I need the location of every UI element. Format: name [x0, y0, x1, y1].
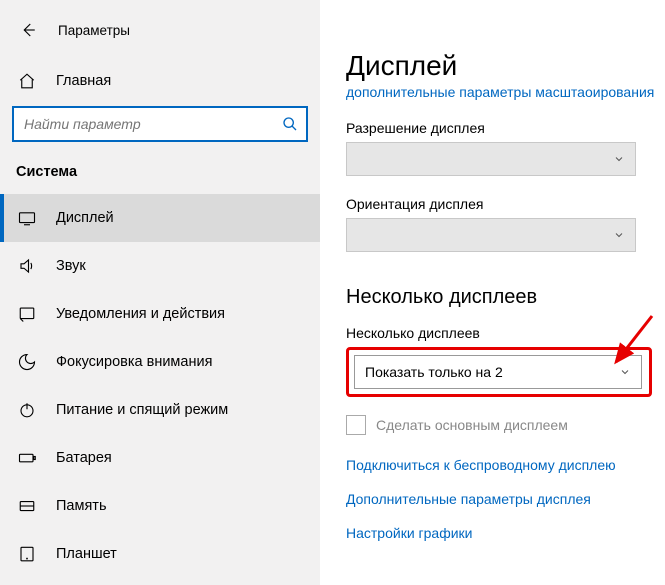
nav-label: Уведомления и действия: [56, 306, 225, 322]
chevron-down-icon: [613, 153, 625, 165]
settings-sidebar: Параметры Главная Система Дис: [0, 0, 320, 585]
sidebar-item-power[interactable]: Питание и спящий режим: [0, 386, 320, 434]
advanced-display-settings-link[interactable]: Дополнительные параметры дисплея: [346, 491, 665, 507]
sidebar-item-tablet[interactable]: Планшет: [0, 530, 320, 578]
make-primary-label: Сделать основным дисплеем: [376, 417, 568, 433]
back-button[interactable]: [14, 16, 42, 44]
page-title: Дисплей: [346, 50, 665, 82]
nav-label: Дисплей: [56, 210, 114, 226]
sidebar-item-focus[interactable]: Фокусировка внимания: [0, 338, 320, 386]
sidebar-item-display[interactable]: Дисплей: [0, 194, 320, 242]
tablet-icon: [18, 545, 36, 563]
chevron-down-icon: [619, 366, 631, 378]
home-label: Главная: [56, 73, 111, 89]
nav-label: Фокусировка внимания: [56, 354, 212, 370]
search-input[interactable]: [24, 116, 282, 132]
resolution-dropdown[interactable]: [346, 142, 636, 176]
graphics-settings-link[interactable]: Настройки графики: [346, 525, 665, 541]
search-input-wrap[interactable]: [12, 106, 308, 142]
power-icon: [18, 401, 36, 419]
orientation-dropdown[interactable]: [346, 218, 636, 252]
make-primary-checkbox-row: Сделать основным дисплеем: [346, 415, 665, 435]
nav-label: Питание и спящий режим: [56, 402, 228, 418]
resolution-label: Разрешение дисплея: [346, 120, 665, 136]
battery-icon: [18, 449, 36, 467]
storage-icon: [18, 497, 36, 515]
focus-icon: [18, 353, 36, 371]
search-icon: [282, 116, 298, 132]
main-content: Дисплей дополнительные параметры масштао…: [320, 0, 665, 585]
display-icon: [18, 209, 36, 227]
chevron-down-icon: [613, 229, 625, 241]
multiple-displays-value: Показать только на 2: [365, 364, 619, 380]
nav-label: Планшет: [56, 546, 117, 562]
annotation-highlight: Показать только на 2: [346, 347, 652, 397]
nav-label: Батарея: [56, 450, 112, 466]
sidebar-section-header: Система: [0, 158, 320, 194]
nav-label: Память: [56, 498, 107, 514]
window-title: Параметры: [58, 23, 130, 38]
multiple-displays-label: Несколько дисплеев: [346, 325, 665, 341]
sound-icon: [18, 257, 36, 275]
advanced-scaling-link[interactable]: дополнительные параметры масштаоирования: [346, 84, 665, 100]
home-icon: [18, 72, 36, 90]
notifications-icon: [18, 305, 36, 323]
sidebar-item-battery[interactable]: Батарея: [0, 434, 320, 482]
multiple-displays-dropdown[interactable]: Показать только на 2: [354, 355, 642, 389]
sidebar-item-storage[interactable]: Память: [0, 482, 320, 530]
sidebar-item-notifications[interactable]: Уведомления и действия: [0, 290, 320, 338]
connect-wireless-display-link[interactable]: Подключиться к беспроводному дисплею: [346, 457, 665, 473]
orientation-label: Ориентация дисплея: [346, 196, 665, 212]
nav-label: Звук: [56, 258, 86, 274]
sidebar-item-home[interactable]: Главная: [0, 62, 320, 100]
sidebar-item-sound[interactable]: Звук: [0, 242, 320, 290]
multiple-displays-heading: Несколько дисплеев: [346, 286, 665, 309]
make-primary-checkbox: [346, 415, 366, 435]
